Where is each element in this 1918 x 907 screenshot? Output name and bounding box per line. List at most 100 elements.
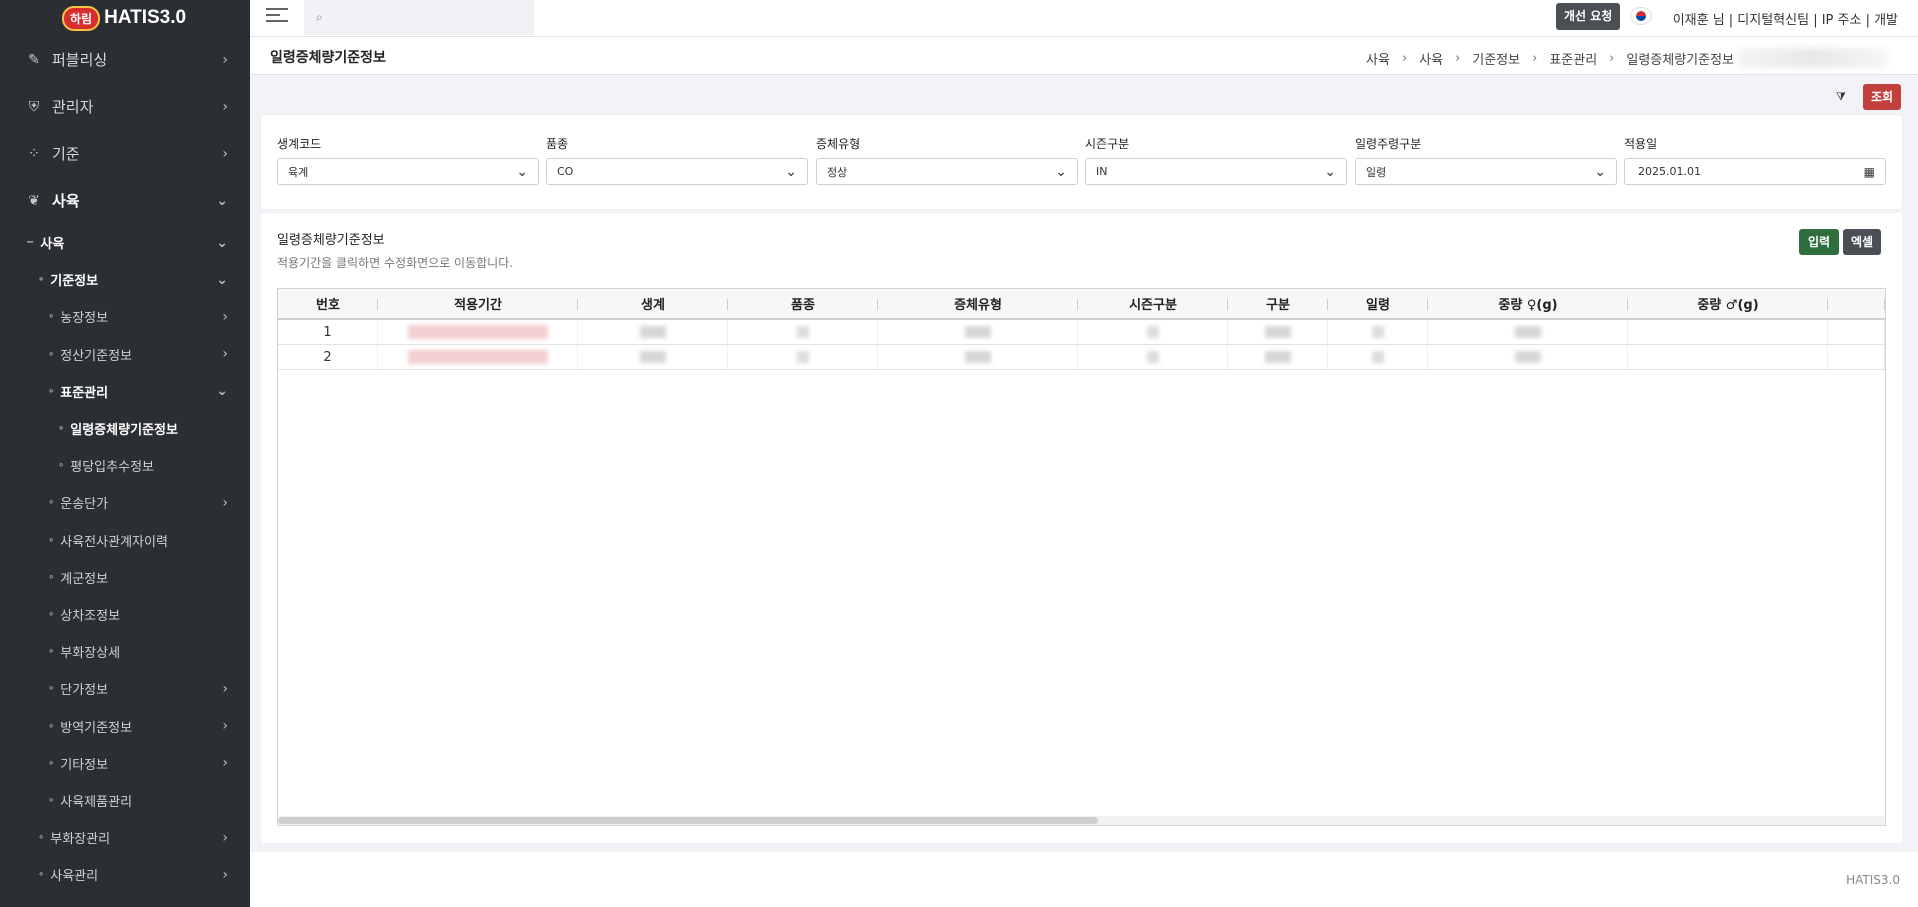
sidebar-item-standard-mgmt[interactable]: ∘ 표준관리 ⌄: [0, 373, 250, 410]
column-header[interactable]: 시즌구분: [1078, 289, 1228, 318]
sidebar-item-publishing[interactable]: ✎ 퍼블리싱 ›: [0, 36, 250, 83]
footer-version: HATIS3.0: [1846, 873, 1900, 887]
chevron-right-icon: ›: [1609, 50, 1615, 66]
gain-type-cell: [878, 345, 1078, 369]
apply-date-input[interactable]: 2025.01.01 ▦: [1624, 158, 1886, 185]
sidebar-item-admin[interactable]: ⛨ 관리자 ›: [0, 83, 250, 130]
column-header[interactable]: 적용기간: [378, 289, 578, 318]
excel-button[interactable]: 엑셀: [1843, 229, 1882, 255]
day-week-select[interactable]: 일령 ⌄: [1355, 158, 1617, 185]
korea-flag-icon[interactable]: [1630, 7, 1652, 25]
breed-cell: [728, 345, 878, 369]
sidebar-item-quarantine[interactable]: ∘ 방역기준정보 ›: [0, 707, 250, 744]
gain-type-select[interactable]: 정상 ⌄: [816, 158, 1078, 185]
sidebar-item-settlement-info[interactable]: ∘ 정산기준정보 ›: [0, 336, 250, 373]
redacted-value: [407, 350, 548, 364]
column-header-spacer: [1828, 289, 1885, 318]
shield-icon: ⛨: [28, 98, 40, 115]
app-logo[interactable]: 하림 HATIS3.0: [0, 0, 250, 36]
menu-toggle-icon[interactable]: [266, 8, 288, 26]
field-label: 생계코드: [277, 137, 322, 151]
table-panel: 일령증체량기준정보 적용기간을 클릭하면 수정화면으로 이동합니다. 입력 엑셀…: [261, 213, 1902, 843]
section-description: 적용기간을 클릭하면 수정화면으로 이동합니다.: [277, 256, 514, 270]
sidebar-item-stocking-density[interactable]: ∘ 평당입추수정보: [0, 447, 250, 484]
apply-period-cell[interactable]: [378, 345, 578, 369]
breadcrumb-item: 일령증체량기준정보: [1626, 52, 1734, 68]
sidebar-item-daily-weight-gain[interactable]: ∘ 일령증체량기준정보: [0, 410, 250, 447]
input-button[interactable]: 입력: [1799, 229, 1840, 255]
sidebar-item-staff-history[interactable]: ∘ 사육전사관계자이력: [0, 522, 250, 559]
breadcrumb-item[interactable]: 기준정보: [1472, 49, 1520, 68]
sidebar-item-unit-price[interactable]: ∘ 단가정보 ›: [0, 670, 250, 707]
chevron-down-icon: ⌄: [785, 163, 797, 180]
type-cell: [1228, 320, 1328, 344]
column-header[interactable]: 생계: [578, 289, 728, 318]
sidebar-item-breeding[interactable]: ❦ 사육 ⌄: [0, 177, 250, 224]
improvement-request-button[interactable]: 개선 요청: [1556, 3, 1621, 30]
column-header[interactable]: 품종: [728, 289, 878, 318]
search-button[interactable]: 조회: [1863, 84, 1902, 110]
sidebar-item-standard[interactable]: ⁘ 기준 ›: [0, 130, 250, 177]
row-number: 2: [278, 345, 378, 369]
sidebar-item-hatchery-detail[interactable]: ∘ 부화장상세: [0, 633, 250, 670]
sidebar-item-transport-cost[interactable]: ∘ 운송단가 ›: [0, 484, 250, 521]
sidebar-item-etc-info[interactable]: ∘ 기타정보 ›: [0, 745, 250, 782]
filter-chicken-code: 생계코드 육계 ⌄: [277, 135, 539, 185]
grid-icon: ⁘: [28, 145, 40, 162]
sidebar-item-product-mgmt[interactable]: ∘ 사육제품관리: [0, 782, 250, 819]
day-cell: [1328, 320, 1428, 344]
column-header[interactable]: 구분: [1228, 289, 1328, 318]
type-cell: [1228, 345, 1328, 369]
redacted-value: [1514, 351, 1541, 363]
season-select[interactable]: IN ⌄: [1085, 158, 1347, 185]
chevron-right-icon: ›: [222, 98, 228, 115]
field-label: 시즌구분: [1085, 137, 1130, 151]
sidebar-item-hatchery-mgmt[interactable]: ∘ 부화장관리 ›: [0, 819, 250, 856]
sidebar-item-base-info[interactable]: ∘ 기준정보 ⌄: [0, 261, 250, 298]
chicken-cell: [578, 345, 728, 369]
sidebar-item-breeding-mgmt[interactable]: ∘ 사육관리 ›: [0, 856, 250, 893]
redacted-value: [639, 351, 666, 363]
field-label: 일령주령구분: [1355, 137, 1422, 151]
redacted-value: [796, 326, 809, 338]
redacted-value: [639, 326, 666, 338]
breed-select[interactable]: CO ⌄: [546, 158, 808, 185]
column-header[interactable]: 번호: [278, 289, 378, 318]
breadcrumb-item[interactable]: 표준관리: [1549, 49, 1597, 68]
chicken-code-select[interactable]: 육계 ⌄: [277, 158, 539, 185]
logo-badge: 하림: [62, 5, 101, 31]
apply-period-cell[interactable]: [378, 320, 578, 344]
day-cell: [1328, 345, 1428, 369]
chevron-right-icon: ›: [222, 494, 228, 511]
chevron-down-icon: ⌄: [516, 163, 528, 180]
table-row[interactable]: 1: [278, 320, 1885, 345]
column-header[interactable]: 증체유형: [878, 289, 1078, 318]
rocket-icon: ✎: [28, 51, 40, 68]
redacted-value: [964, 351, 991, 363]
chevron-right-icon: ›: [1455, 50, 1461, 66]
chevron-down-icon: ⌄: [216, 383, 228, 400]
redacted-value: [1371, 326, 1384, 338]
data-grid: 번호 적용기간 생계 품종 증체유형 시즌구분 구분 일령 중량 ♀(g) 중량…: [277, 288, 1886, 826]
filter-season: 시즌구분 IN ⌄: [1085, 135, 1347, 185]
sidebar-item-flock-info[interactable]: ∘ 계군정보: [0, 559, 250, 596]
filter-day-week: 일령주령구분 일령 ⌄: [1355, 135, 1617, 185]
sidebar-item-breeding-sub[interactable]: − 사육 ⌄: [0, 224, 250, 261]
horizontal-scrollbar[interactable]: [278, 816, 1885, 825]
global-search-input[interactable]: ⌕: [304, 0, 534, 35]
sidebar-item-farm-info[interactable]: ∘ 농장정보 ›: [0, 298, 250, 335]
column-header[interactable]: 일령: [1328, 289, 1428, 318]
column-header[interactable]: 중량 ♀(g): [1428, 289, 1628, 318]
sidebar-item-loading-crew[interactable]: ∘ 상차조정보: [0, 596, 250, 633]
chevron-down-icon: ⌄: [216, 234, 228, 251]
redacted-value: [1146, 351, 1159, 363]
filter-icon[interactable]: ⧩: [1836, 90, 1846, 104]
scrollbar-thumb[interactable]: [278, 817, 1098, 824]
column-header[interactable]: 중량 ♂(g): [1628, 289, 1828, 318]
table-row[interactable]: 2: [278, 345, 1885, 370]
calendar-icon[interactable]: ▦: [1864, 165, 1875, 179]
breed-cell: [728, 320, 878, 344]
breadcrumb-item[interactable]: 사육: [1419, 49, 1443, 68]
weight-female-cell: [1428, 320, 1628, 344]
breadcrumb-item[interactable]: 사육: [1366, 49, 1390, 68]
